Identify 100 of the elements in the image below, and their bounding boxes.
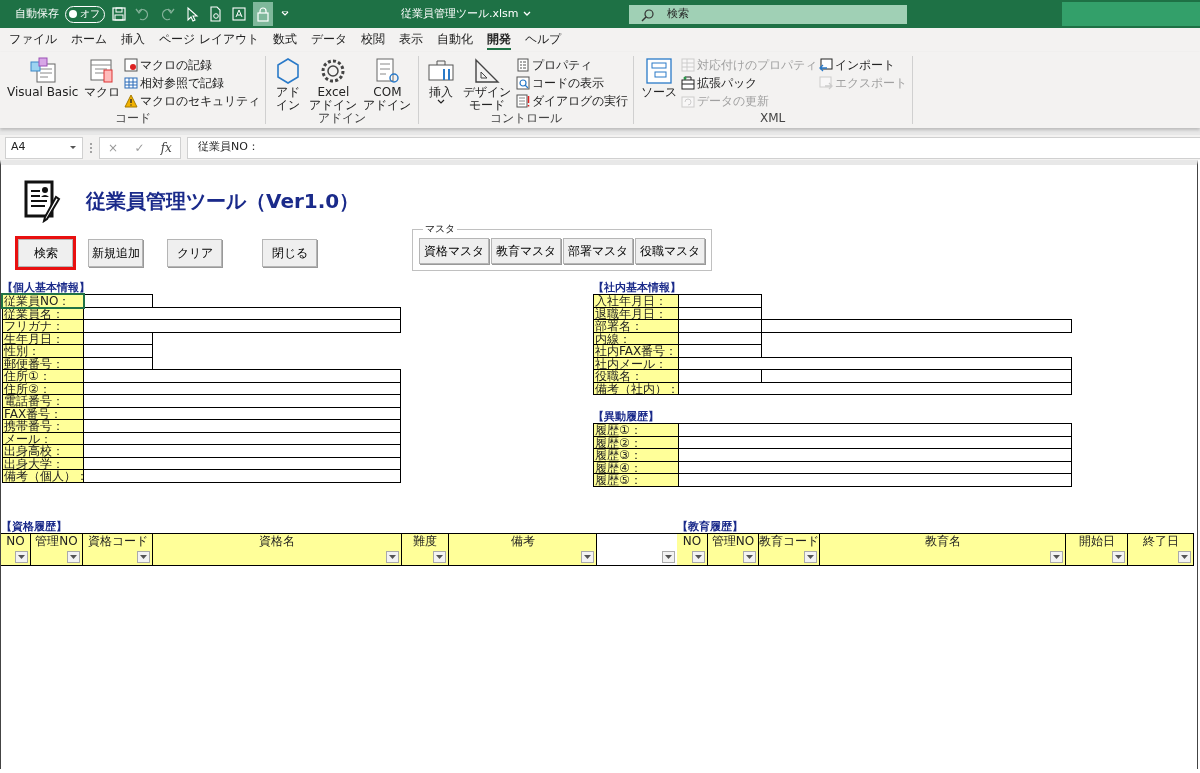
- ribbon-tab[interactable]: ヘルプ: [517, 30, 568, 52]
- master-button[interactable]: 資格マスタ: [419, 238, 489, 264]
- filter-button[interactable]: [386, 550, 399, 563]
- name-box[interactable]: A4: [5, 136, 83, 159]
- caret-icon: [665, 554, 672, 559]
- filter-button[interactable]: [1112, 550, 1125, 563]
- ribbon-button[interactable]: マクロのセキュリティ: [124, 92, 261, 109]
- header-text: 終了日: [1142, 533, 1179, 548]
- field-label: 社内FAX番号：: [593, 344, 679, 358]
- ribbon-button[interactable]: 挿入: [424, 56, 459, 112]
- source-panel-icon: [643, 56, 674, 86]
- ribbon-tab[interactable]: 自動化: [429, 30, 480, 52]
- field-label: 電話番号：: [2, 394, 84, 408]
- ribbon-tab[interactable]: データ: [303, 30, 354, 52]
- ribbon-tab[interactable]: ホーム: [64, 30, 114, 52]
- header-text: NO: [6, 533, 25, 548]
- header-text: NO: [682, 533, 702, 548]
- group-label: コントロール: [489, 112, 563, 124]
- filter-button[interactable]: [743, 550, 756, 563]
- ribbon-button[interactable]: COM アドイン: [361, 56, 414, 112]
- sheet-button[interactable]: 検索: [18, 239, 73, 267]
- ribbon-tab[interactable]: ファイル: [2, 30, 64, 52]
- filter-button[interactable]: [692, 550, 705, 563]
- search-field[interactable]: 検索: [628, 4, 907, 24]
- filter-button[interactable]: [15, 550, 28, 563]
- ribbon-tab[interactable]: 表示: [391, 30, 430, 52]
- undo-icon: [135, 6, 151, 22]
- save-icon: [111, 6, 127, 22]
- sheet-button[interactable]: クリア: [167, 239, 222, 267]
- field-label: 出身高校：: [2, 444, 84, 458]
- document-pencil-icon: [23, 178, 63, 223]
- ribbon-tab[interactable]: 挿入: [114, 30, 152, 52]
- filter-button[interactable]: [137, 550, 150, 563]
- filter-button[interactable]: [1050, 550, 1063, 563]
- mapping-property-icon: [680, 57, 695, 72]
- ribbon-tab[interactable]: 数式: [265, 30, 304, 52]
- value-cell[interactable]: [678, 381, 1072, 395]
- header-text: 備考: [510, 533, 535, 548]
- value-cell[interactable]: [678, 423, 1072, 437]
- field-label: 携帯番号：: [2, 419, 84, 433]
- filter-button[interactable]: [662, 550, 675, 563]
- caret-icon: [70, 554, 77, 559]
- insert-function-button[interactable]: fx: [160, 138, 172, 157]
- sheet-button[interactable]: 閉じる: [262, 239, 317, 267]
- master-button[interactable]: 役職マスタ: [635, 238, 705, 264]
- field-label: 履歴③：: [593, 448, 679, 462]
- ribbon-button[interactable]: ソース: [638, 56, 679, 112]
- value-cell[interactable]: [678, 473, 1072, 487]
- ribbon-button[interactable]: 相対参照で記録: [124, 74, 261, 91]
- field-label: 入社年月日：: [593, 294, 679, 308]
- file-name[interactable]: 従業員管理ツール.xlsm: [401, 5, 519, 23]
- sheet-title: 従業員管理ツール（Ver1.0）: [86, 187, 360, 215]
- formula-field[interactable]: 従業員NO：: [187, 136, 1200, 159]
- ribbon-button[interactable]: デザインモード: [460, 56, 514, 112]
- ribbon-button[interactable]: インポート: [818, 56, 907, 73]
- code-view-icon: [515, 75, 530, 90]
- header-text: 資格名: [259, 533, 295, 548]
- field-label: 住所①：: [2, 369, 84, 383]
- ribbon-tab[interactable]: 校閲: [353, 30, 392, 52]
- filter-button[interactable]: [581, 550, 594, 563]
- caret-icon: [1181, 554, 1188, 559]
- group-label: XML: [758, 112, 787, 124]
- filter-button[interactable]: [804, 550, 817, 563]
- field-label: 役職名：: [593, 369, 679, 383]
- ribbon-button[interactable]: 拡張パック: [680, 74, 817, 91]
- triangle-ruler-icon: [472, 56, 502, 86]
- value-cell[interactable]: [83, 294, 153, 308]
- value-cell[interactable]: [678, 294, 762, 308]
- value-cell[interactable]: [83, 469, 401, 483]
- field-label: フリガナ：: [2, 319, 84, 333]
- ribbon-button[interactable]: アドイン: [271, 56, 306, 112]
- master-button[interactable]: 教育マスタ: [491, 238, 561, 264]
- ribbon-tab[interactable]: 開発: [479, 30, 518, 52]
- section-heading: 【個人基本情報】: [2, 281, 91, 294]
- autosave-label: 自動保存: [15, 5, 59, 22]
- ribbon-tab[interactable]: ページ レイアウト: [152, 30, 266, 52]
- master-button[interactable]: 部署マスタ: [563, 238, 633, 264]
- ribbon-button[interactable]: Visual Basic: [5, 56, 81, 112]
- ribbon-button[interactable]: Excel アドイン: [307, 56, 360, 112]
- ribbon-button[interactable]: コードの表示: [515, 74, 628, 91]
- section-heading: 【異動履歴】: [593, 410, 660, 423]
- filter-button[interactable]: [1178, 550, 1191, 563]
- value-cell[interactable]: [761, 319, 1072, 333]
- filter-button[interactable]: [433, 550, 446, 563]
- filter-button[interactable]: [67, 550, 80, 563]
- package-icon: [680, 75, 695, 90]
- field-label: 備考（個人）：: [2, 469, 84, 483]
- ribbon-button[interactable]: プロパティ: [515, 56, 628, 73]
- record-icon: [124, 57, 139, 72]
- header-text: 教育コード: [759, 533, 819, 548]
- ribbon-button[interactable]: マクロの記録: [124, 56, 261, 73]
- caret-icon: [807, 554, 814, 559]
- sheet-button[interactable]: 新規追加: [88, 239, 143, 267]
- ribbon-button[interactable]: ダイアログの実行: [515, 92, 628, 109]
- caret-icon[interactable]: [522, 11, 531, 17]
- ribbon-button[interactable]: マクロ: [82, 56, 123, 112]
- customize-caret-icon[interactable]: [281, 11, 289, 17]
- warning-icon: [124, 93, 139, 108]
- property-list-icon: [515, 57, 530, 72]
- header-text: 管理NO: [711, 533, 755, 548]
